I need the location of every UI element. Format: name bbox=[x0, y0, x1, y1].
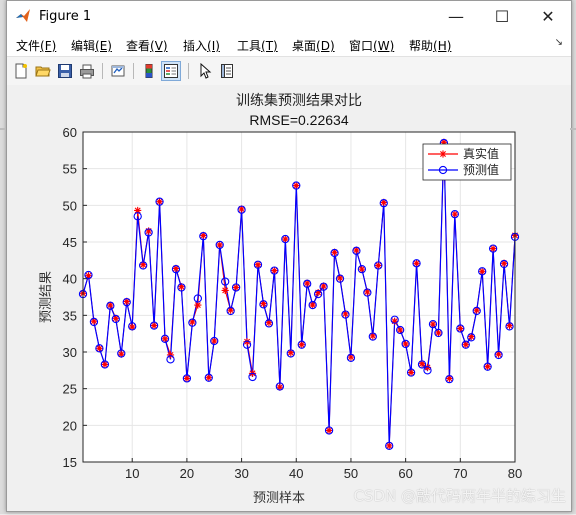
x-tick-label: 10 bbox=[125, 466, 139, 481]
maximize-button[interactable]: ☐ bbox=[479, 1, 525, 32]
y-tick-label: 45 bbox=[63, 235, 77, 250]
menu-desktop[interactable]: 桌面(D) bbox=[292, 37, 335, 54]
plot-area[interactable]: 10 20 30 40 50 60 70 80 15 20 25 30 35 40 45 50 55 60 训练集预… bbox=[7, 85, 571, 511]
toolbar-separator bbox=[133, 63, 134, 79]
x-tick-label: 80 bbox=[508, 466, 522, 481]
x-tick-label: 60 bbox=[398, 466, 412, 481]
figure-toolbar bbox=[7, 56, 571, 86]
new-figure-icon[interactable] bbox=[11, 61, 31, 81]
legend-icon[interactable] bbox=[161, 61, 181, 81]
menu-file[interactable]: 文件(F) bbox=[16, 37, 56, 54]
chart-subtitle: RMSE=0.22634 bbox=[249, 112, 348, 128]
menu-help[interactable]: 帮助(H) bbox=[409, 37, 451, 54]
y-tick-label: 60 bbox=[63, 125, 77, 140]
x-axis-label: 预测样本 bbox=[253, 491, 305, 506]
background-window-edge bbox=[0, 128, 6, 130]
y-tick-label: 35 bbox=[63, 308, 77, 323]
save-icon[interactable] bbox=[55, 61, 75, 81]
x-tick-label: 40 bbox=[289, 466, 303, 481]
y-tick-label: 55 bbox=[63, 162, 77, 177]
legend-marker bbox=[439, 150, 447, 158]
x-tick-label: 50 bbox=[344, 466, 358, 481]
true-value-marker bbox=[221, 286, 229, 294]
open-file-icon[interactable] bbox=[33, 61, 53, 81]
csdn-watermark: CSDN @敲代码两年半的练习生 bbox=[353, 487, 566, 505]
y-tick-label: 20 bbox=[63, 418, 77, 433]
y-axis-label: 预测结果 bbox=[39, 271, 54, 323]
x-tick-label: 70 bbox=[453, 466, 467, 481]
chart-title: 训练集预测结果对比 bbox=[236, 92, 362, 109]
y-tick-label: 30 bbox=[63, 345, 77, 360]
menu-window[interactable]: 窗口(W) bbox=[349, 37, 394, 54]
legend-label: 预测值 bbox=[463, 162, 499, 177]
menu-insert[interactable]: 插入(I) bbox=[183, 37, 220, 54]
background-window-edge bbox=[570, 128, 576, 130]
legend-label: 真实值 bbox=[463, 146, 499, 161]
minimize-button[interactable]: — bbox=[433, 1, 479, 32]
print-icon[interactable] bbox=[77, 61, 97, 81]
figure-window: Figure 1 — ☐ ✕ 文件(F) 编辑(E) 查看(V) 插入(I) 工… bbox=[6, 0, 572, 512]
x-tick-label: 30 bbox=[234, 466, 248, 481]
title-bar: Figure 1 — ☐ ✕ bbox=[7, 1, 571, 32]
axes-background bbox=[83, 132, 515, 462]
y-tick-label: 40 bbox=[63, 272, 77, 287]
menu-edit[interactable]: 编辑(E) bbox=[71, 37, 112, 54]
menu-tools[interactable]: 工具(T) bbox=[237, 37, 278, 54]
y-tick-label: 25 bbox=[63, 382, 77, 397]
menu-view[interactable]: 查看(V) bbox=[126, 37, 168, 54]
toolbar-separator bbox=[102, 63, 103, 79]
y-tick-label: 15 bbox=[63, 455, 77, 470]
menu-bar: 文件(F) 编辑(E) 查看(V) 插入(I) 工具(T) 桌面(D) 窗口(W… bbox=[7, 32, 571, 56]
property-inspector-icon[interactable] bbox=[217, 61, 237, 81]
matlab-logo-icon bbox=[15, 8, 31, 24]
window-title: Figure 1 bbox=[39, 9, 92, 24]
y-tick-label: 50 bbox=[63, 198, 77, 213]
figure-canvas: 10 20 30 40 50 60 70 80 15 20 25 30 35 40 45 50 55 60 训练集预… bbox=[7, 85, 571, 511]
link-plot-icon[interactable] bbox=[108, 61, 128, 81]
dock-arrow-icon[interactable]: ↘ bbox=[555, 37, 563, 48]
colorbar-icon[interactable] bbox=[139, 61, 159, 81]
x-tick-label: 20 bbox=[180, 466, 194, 481]
toolbar-separator bbox=[188, 63, 189, 79]
close-button[interactable]: ✕ bbox=[525, 1, 571, 32]
pointer-icon[interactable] bbox=[195, 61, 215, 81]
